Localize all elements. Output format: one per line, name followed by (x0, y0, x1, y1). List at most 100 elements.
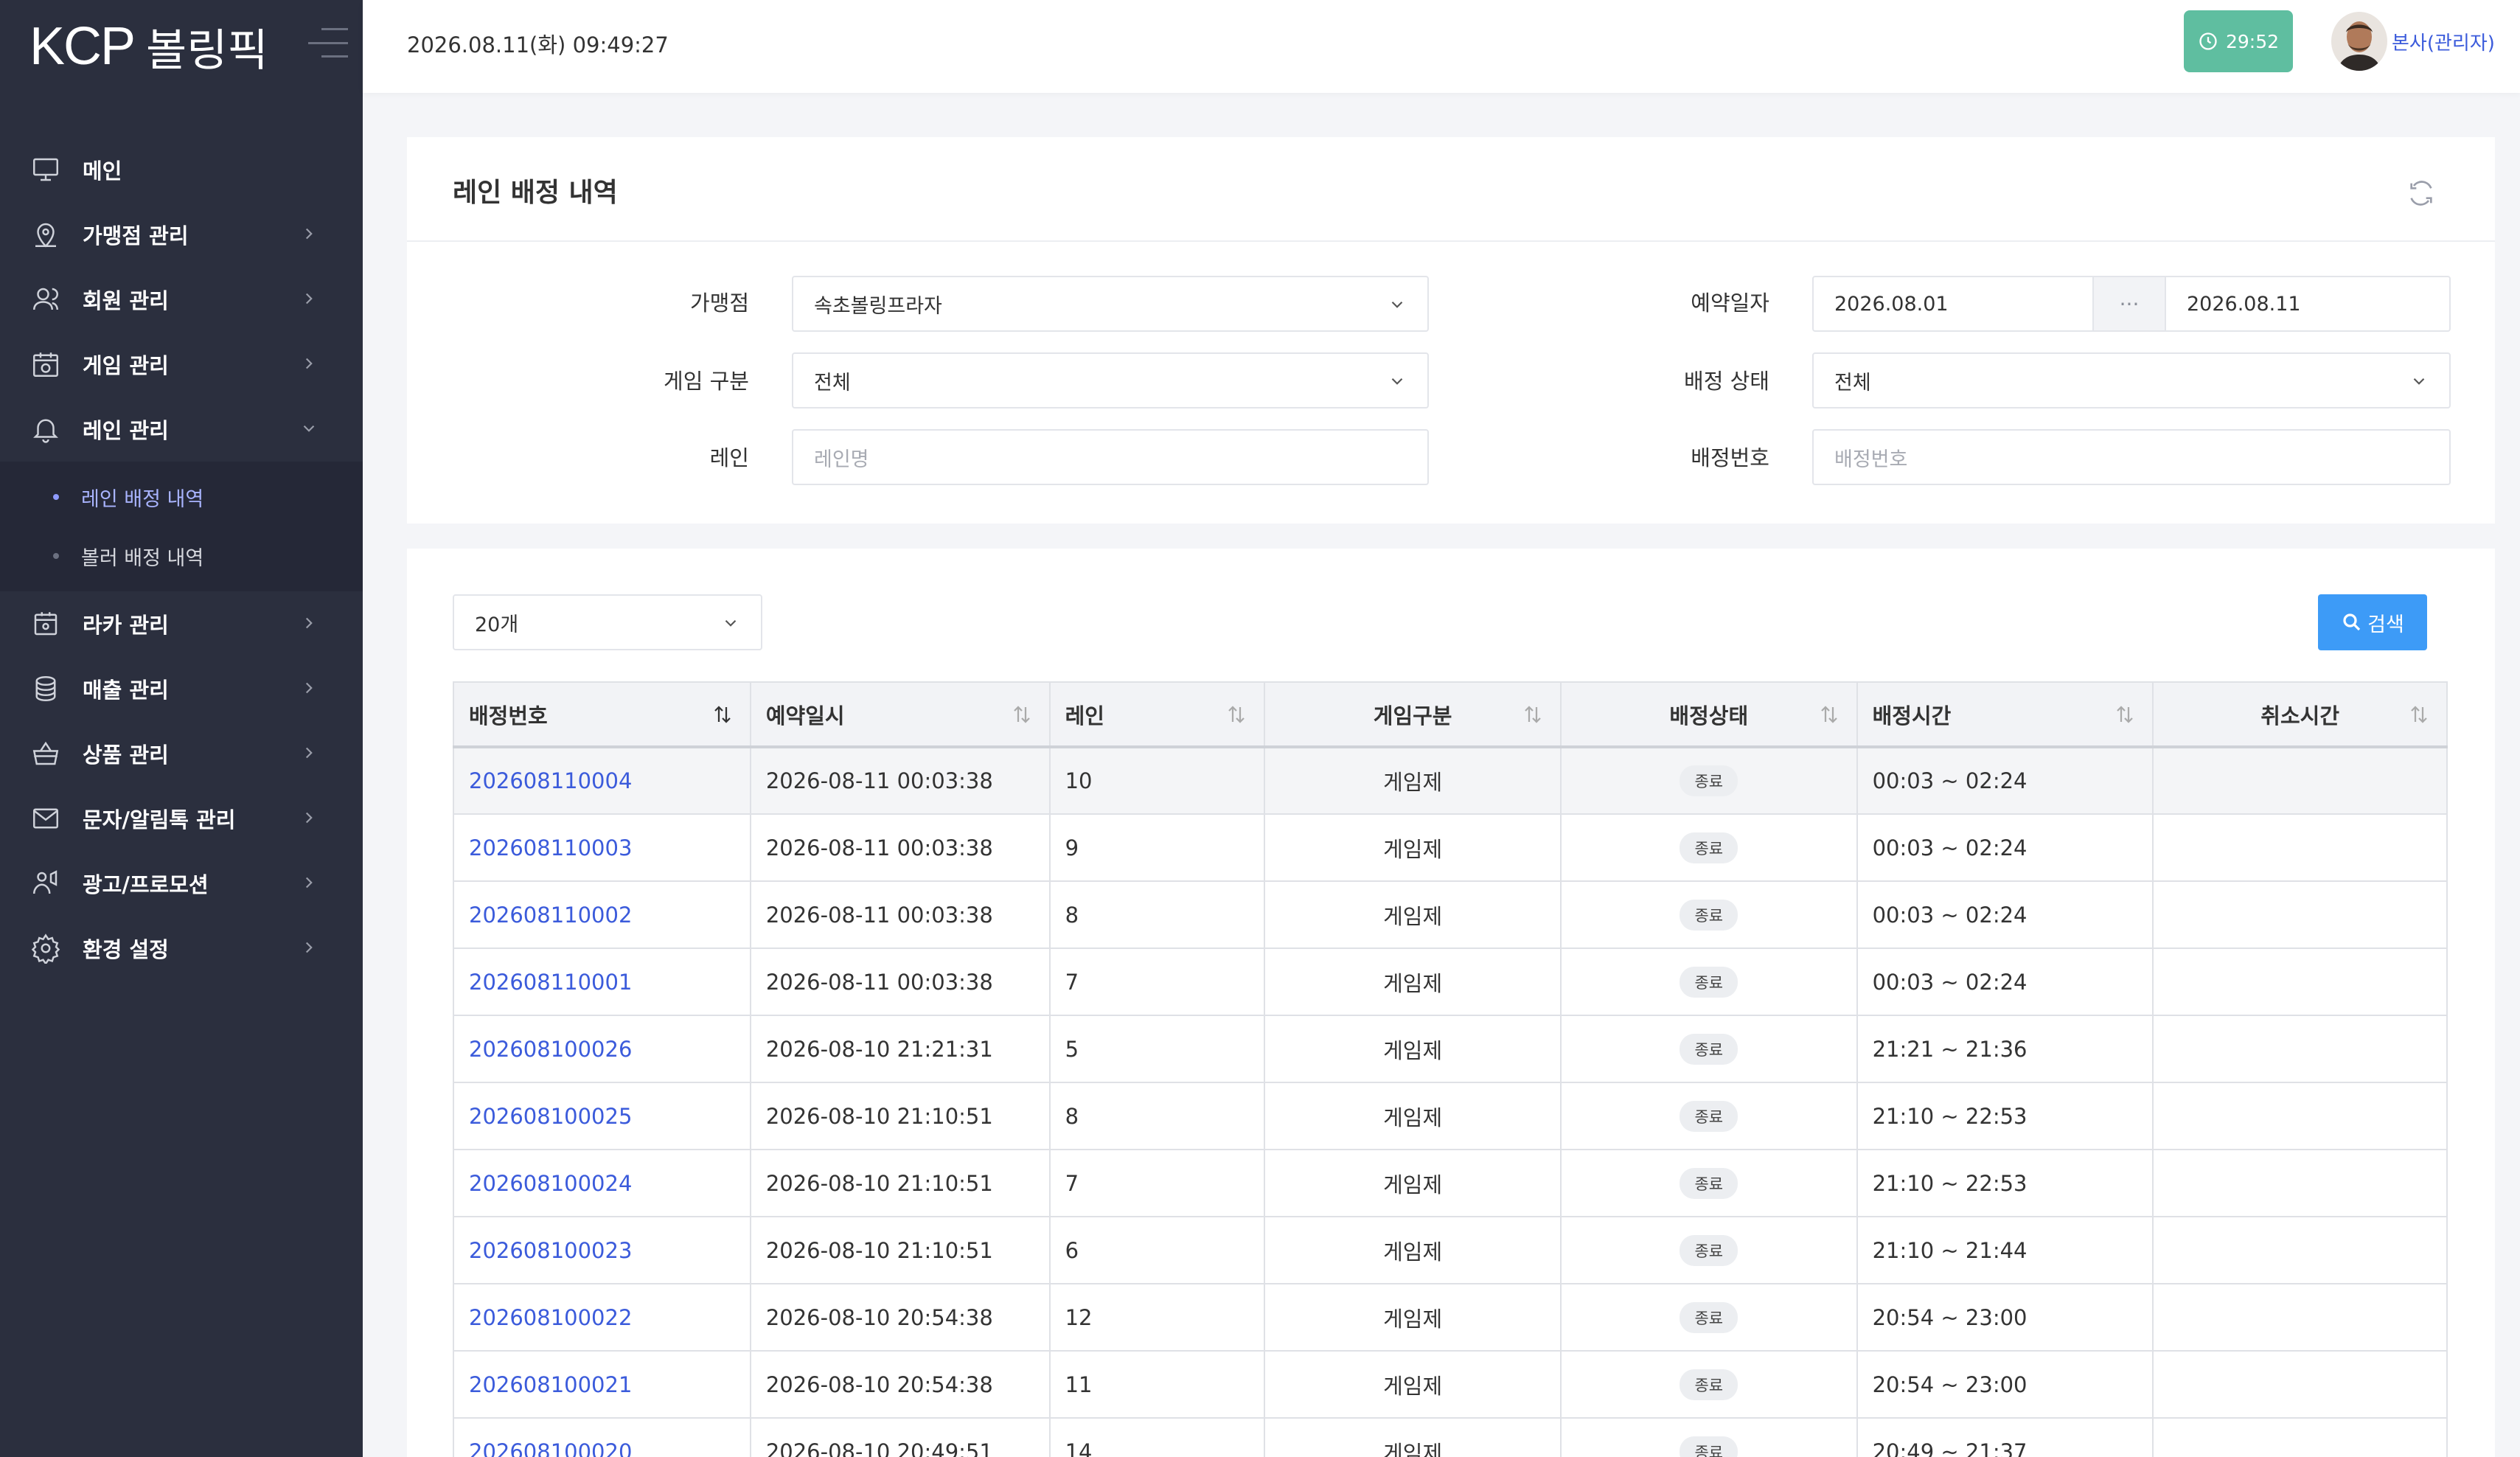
game-type: 게임제 (1264, 1216, 1562, 1284)
logo-sub: 볼링픽 (146, 24, 268, 77)
assignment-number-link[interactable]: 202608100022 (453, 1283, 751, 1352)
sidebar-item-label: 레인 관리 (83, 418, 169, 443)
column-header-type[interactable]: 게임구분 (1264, 681, 1562, 748)
sidebar-item-store[interactable]: 가맹점 관리 (0, 202, 363, 267)
sidebar-item-messages[interactable]: 문자/알림톡 관리 (0, 786, 363, 851)
status-badge: 종료 (1680, 1033, 1738, 1065)
assignment-number-link[interactable]: 202608110001 (453, 947, 751, 1016)
assignment-time: 21:10 ~ 22:53 (1856, 1082, 2154, 1150)
sort-icon (2117, 706, 2134, 723)
sort-icon (1525, 706, 1541, 723)
column-label: 배정시간 (1872, 703, 1952, 728)
status-cell: 종료 (1559, 947, 1858, 1016)
logo[interactable]: KCP 볼링픽 (29, 13, 268, 80)
game-type-select[interactable]: 전체 (792, 352, 1429, 408)
sidebar-item-promotion[interactable]: 광고/프로모션 (0, 851, 363, 916)
status-label: 배정 상태 (1684, 369, 1769, 394)
chevron-down-icon (303, 425, 315, 432)
column-header-number[interactable]: 배정번호 (453, 681, 751, 748)
assignment-number-link[interactable]: 202608100026 (453, 1015, 751, 1083)
page-size-select[interactable]: 20개 (453, 594, 762, 650)
date-to-input[interactable]: 2026.08.11 (2165, 276, 2451, 332)
assignment-number-link[interactable]: 202608100020 (453, 1417, 751, 1457)
refresh-icon[interactable] (2406, 178, 2436, 208)
status-select[interactable]: 전체 (1812, 352, 2451, 408)
sidebar-item-label: 문자/알림톡 관리 (83, 807, 236, 832)
menu-toggle-icon[interactable] (308, 28, 348, 58)
sidebar-item-locker[interactable]: 라카 관리 (0, 591, 363, 656)
status-cell: 종료 (1559, 1350, 1858, 1419)
assignment-number-link[interactable]: 202608100021 (453, 1350, 751, 1419)
assignment-number-link[interactable]: 202608110004 (453, 746, 751, 815)
sidebar-item-members[interactable]: 회원 관리 (0, 267, 363, 332)
table-row[interactable]: 202608110004 2026-08-11 00:03:38 10 게임제 종료 00… (453, 746, 2448, 815)
assignment-time: 21:21 ~ 21:36 (1856, 1015, 2154, 1083)
sidebar-item-settings[interactable]: 환경 설정 (0, 916, 363, 981)
chevron-right-icon (305, 682, 313, 694)
reserved-datetime: 2026-08-11 00:03:38 (749, 947, 1051, 1016)
assignment-number-link[interactable]: 202608110003 (453, 813, 751, 882)
sidebar-item-label: 게임 관리 (83, 353, 169, 378)
table-row[interactable]: 202608110003 2026-08-11 00:03:38 9 게임제 종료 00:… (453, 813, 2448, 882)
cancel-time (2152, 1015, 2448, 1083)
status-cell: 종료 (1559, 1082, 1858, 1150)
session-timer-button[interactable]: 29:52 (2184, 10, 2293, 72)
user-name-link[interactable]: 본사(관리자) (2392, 28, 2495, 55)
column-header-cancel[interactable]: 취소시간 (2152, 681, 2448, 748)
bullet-icon (53, 494, 59, 500)
sidebar-item-sales[interactable]: 매출 관리 (0, 656, 363, 721)
avatar[interactable] (2331, 12, 2387, 71)
game-type: 게임제 (1264, 1015, 1562, 1083)
column-header-lane[interactable]: 레인 (1048, 681, 1266, 748)
assignment-number-link[interactable]: 202608100024 (453, 1149, 751, 1217)
table-row[interactable]: 202608110002 2026-08-11 00:03:38 8 게임제 종료 00:… (453, 880, 2448, 949)
table-row[interactable]: 202608110001 2026-08-11 00:03:38 7 게임제 종료 00:… (453, 947, 2448, 1016)
sidebar-item-products[interactable]: 상품 관리 (0, 721, 363, 786)
game-type: 게임제 (1264, 813, 1562, 882)
cancel-time (2152, 813, 2448, 882)
game-type: 게임제 (1264, 1417, 1562, 1457)
reserved-datetime: 2026-08-11 00:03:38 (749, 746, 1051, 815)
assignment-time: 21:10 ~ 21:44 (1856, 1216, 2154, 1284)
date-from-input[interactable]: 2026.08.01 (1812, 276, 2094, 332)
sidebar-subitem-lane-assign[interactable]: 레인 배정 내역 (0, 467, 363, 526)
lane-number: 12 (1048, 1283, 1266, 1352)
calendar-icon (29, 348, 62, 380)
chevron-down-icon (1391, 378, 1403, 385)
column-header-time[interactable]: 배정시간 (1856, 681, 2154, 748)
table-row[interactable]: 202608100025 2026-08-10 21:10:51 8 게임제 종료 21:… (453, 1082, 2448, 1150)
table-row[interactable]: 202608100020 2026-08-10 20:49:51 14 게임제 종료 20… (453, 1417, 2448, 1457)
sidebar-item-game[interactable]: 게임 관리 (0, 332, 363, 397)
table-row[interactable]: 202608100026 2026-08-10 21:21:31 5 게임제 종료 21:… (453, 1015, 2448, 1083)
sidebar-item-main[interactable]: 메인 (0, 137, 363, 202)
column-header-reserved[interactable]: 예약일시 (749, 681, 1051, 748)
column-header-status[interactable]: 배정상태 (1559, 681, 1858, 748)
table-row[interactable]: 202608100022 2026-08-10 20:54:38 12 게임제 종료 20… (453, 1283, 2448, 1352)
users-icon (29, 283, 62, 316)
sidebar-subitem-bowler-assign[interactable]: 볼러 배정 내역 (0, 526, 363, 585)
sidebar-menu: 메인 가맹점 관리 회원 관리 게임 관리 레인 관리 레인 배정 내역 볼러 … (0, 137, 363, 981)
cancel-time (2152, 746, 2448, 815)
sidebar-item-label: 상품 관리 (83, 743, 169, 768)
table-row[interactable]: 202608100021 2026-08-10 20:54:38 11 게임제 종료 20… (453, 1350, 2448, 1419)
status-badge: 종료 (1680, 966, 1738, 998)
sidebar-item-lane[interactable]: 레인 관리 (0, 397, 363, 462)
chevron-down-icon (2413, 378, 2425, 385)
table-row[interactable]: 202608100023 2026-08-10 21:10:51 6 게임제 종료 21:… (453, 1216, 2448, 1284)
assignment-number-link[interactable]: 202608100025 (453, 1082, 751, 1150)
table-row[interactable]: 202608100024 2026-08-10 21:10:51 7 게임제 종료 21:… (453, 1149, 2448, 1217)
chevron-right-icon (305, 617, 313, 629)
game-type: 게임제 (1264, 746, 1562, 815)
lane-input[interactable]: 레인명 (792, 429, 1429, 485)
status-badge: 종료 (1680, 1234, 1738, 1266)
game-type-label: 게임 구분 (664, 369, 749, 394)
assignment-number-link[interactable]: 202608110002 (453, 880, 751, 949)
assignment-number-link[interactable]: 202608100023 (453, 1216, 751, 1284)
number-input[interactable]: 배정번호 (1812, 429, 2451, 485)
store-select[interactable]: 속초볼링프라자 (792, 276, 1429, 332)
search-button[interactable]: 검색 (2318, 594, 2427, 650)
assignment-table: 배정번호 예약일시 레인 게임구분 배정상태 배정시간 취소시간 2026081… (453, 681, 2448, 1457)
lane-number: 8 (1048, 880, 1266, 949)
status-cell: 종료 (1559, 1149, 1858, 1217)
mail-icon (29, 802, 62, 835)
